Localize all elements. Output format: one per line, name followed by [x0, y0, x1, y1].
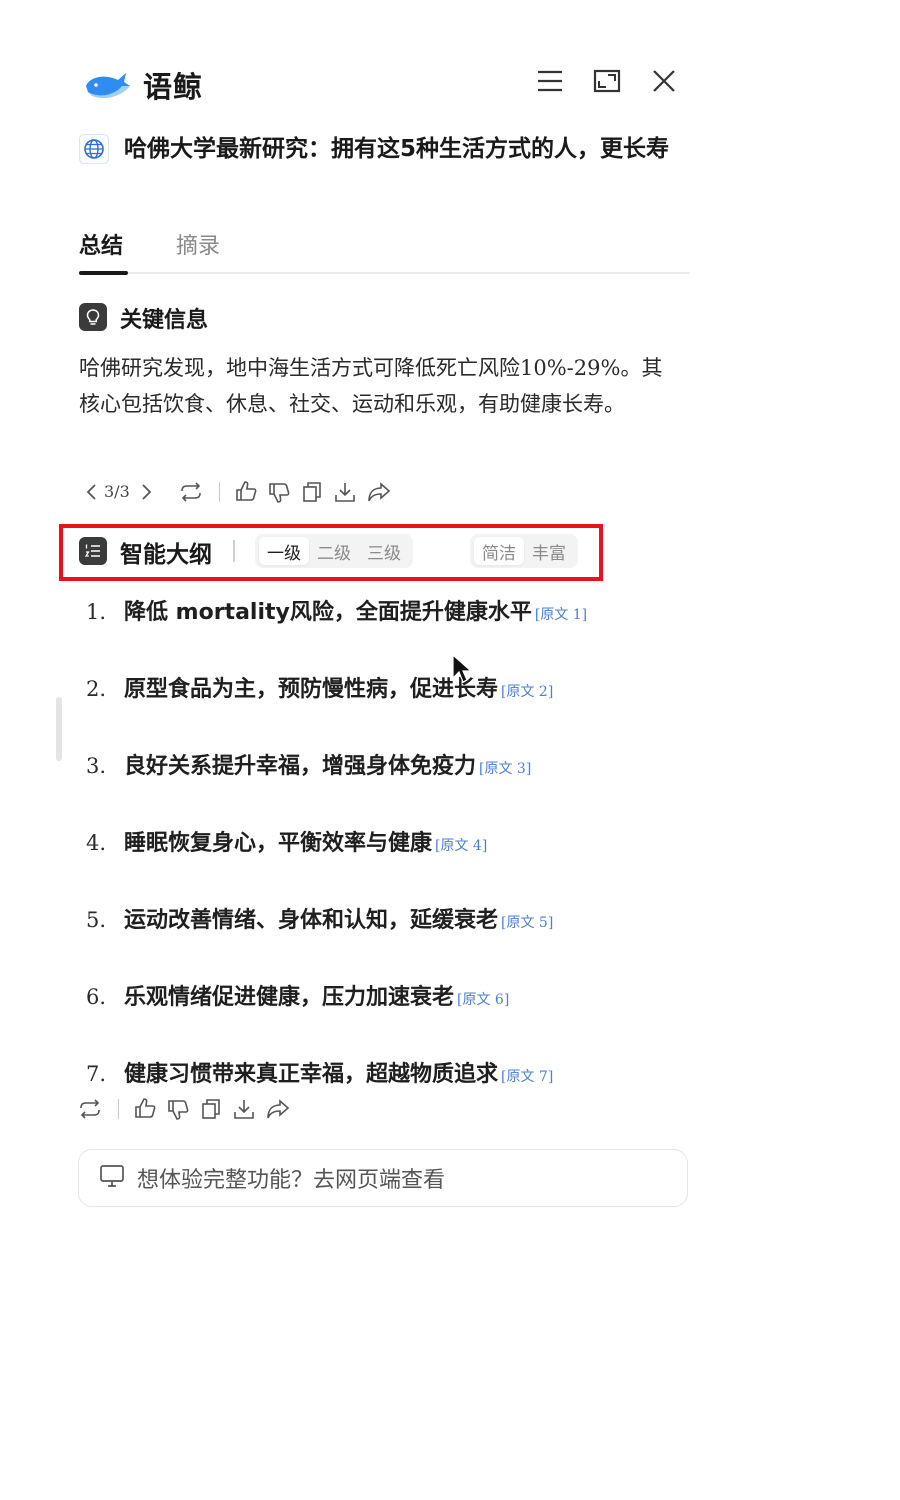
thumbs-up-icon[interactable]	[133, 1096, 157, 1120]
yujing-logo	[84, 64, 132, 104]
summary-pager: 3/3	[104, 482, 130, 501]
toolbar-separator	[118, 1099, 119, 1119]
monitor-icon	[99, 1164, 125, 1192]
source-ref-link[interactable]: [原文 4]	[435, 835, 487, 855]
source-ref-link[interactable]: [原文 6]	[457, 989, 509, 1009]
chevron-right-icon[interactable]	[134, 480, 158, 504]
outline-level-selector: 一级 二级 三级	[255, 534, 413, 568]
tabs-divider	[79, 272, 690, 274]
concise-option[interactable]: 简洁	[474, 537, 524, 565]
ordered-list-icon	[79, 537, 107, 565]
share-icon[interactable]	[367, 480, 391, 504]
source-ref-link[interactable]: [原文 3]	[479, 758, 531, 778]
thumbs-up-icon[interactable]	[234, 479, 258, 503]
outline-item: 5. 运动改善情绪、身体和认知，延缓衰老 [原文 5]	[86, 902, 553, 934]
outline-item-number: 7.	[86, 1062, 107, 1086]
source-ref-link[interactable]: [原文 1]	[535, 604, 587, 624]
outline-item-text: 降低 mortality风险，全面提升健康水平	[124, 600, 532, 625]
outline-item: 7. 健康习惯带来真正幸福，超越物质追求 [原文 7]	[86, 1056, 553, 1088]
article-title: 哈佛大学最新研究：拥有这5种生活方式的人，更长寿	[124, 136, 670, 162]
source-ref-link[interactable]: [原文 5]	[501, 912, 553, 932]
download-icon[interactable]	[333, 480, 357, 504]
regenerate-icon[interactable]	[78, 1097, 102, 1121]
share-icon[interactable]	[266, 1097, 290, 1121]
menu-icon[interactable]	[535, 66, 565, 96]
open-web-version-button[interactable]: 想体验完整功能？去网页端查看	[78, 1149, 688, 1207]
app-name: 语鲸	[143, 70, 204, 104]
outline-item-text: 运动改善情绪、身体和认知，延缓衰老	[124, 908, 499, 933]
download-icon[interactable]	[232, 1097, 256, 1121]
outline-item-text: 乐观情绪促进健康，压力加速衰老	[124, 985, 455, 1010]
outline-item-number: 1.	[86, 600, 107, 624]
outline-item-text: 健康习惯带来真正幸福，超越物质追求	[124, 1062, 499, 1087]
key-info-title: 关键信息	[120, 308, 209, 333]
regenerate-icon[interactable]	[179, 480, 203, 504]
active-tab-indicator	[79, 271, 128, 275]
cta-text: 想体验完整功能？去网页端查看	[137, 1168, 446, 1193]
thumbs-down-icon[interactable]	[166, 1098, 190, 1122]
rich-option[interactable]: 丰富	[524, 537, 574, 565]
source-ref-link[interactable]: [原文 2]	[501, 681, 553, 701]
level-1-option[interactable]: 一级	[259, 537, 309, 565]
outline-item-text: 良好关系提升幸福，增强身体免疫力	[124, 754, 477, 779]
lightbulb-icon	[79, 303, 107, 331]
level-2-option[interactable]: 二级	[309, 537, 359, 565]
tab-summary[interactable]: 总结	[79, 228, 123, 260]
chevron-left-icon[interactable]	[80, 480, 104, 504]
outline-item-text: 睡眠恢复身心，平衡效率与健康	[124, 831, 433, 856]
outline-title-separator	[233, 540, 235, 562]
toolbar-separator	[219, 482, 220, 502]
outline-item: 3. 良好关系提升幸福，增强身体免疫力 [原文 3]	[86, 748, 531, 780]
outline-item: 6. 乐观情绪促进健康，压力加速衰老 [原文 6]	[86, 979, 509, 1011]
outline-item-number: 4.	[86, 831, 107, 855]
copy-icon[interactable]	[300, 480, 324, 504]
outline-item-number: 3.	[86, 754, 107, 778]
summary-text: 哈佛研究发现，地中海生活方式可降低死亡风险10%-29%。其核心包括饮食、休息、…	[79, 356, 663, 416]
outline-title: 智能大纲	[120, 542, 212, 568]
outline-item-number: 6.	[86, 985, 107, 1009]
outline-item: 1. 降低 mortality风险，全面提升健康水平 [原文 1]	[86, 594, 587, 626]
source-ref-link[interactable]: [原文 7]	[501, 1066, 553, 1086]
copy-icon[interactable]	[199, 1097, 223, 1121]
level-3-option[interactable]: 三级	[359, 537, 409, 565]
thumbs-down-icon[interactable]	[267, 481, 291, 505]
outline-item-text: 原型食品为主，预防慢性病，促进长寿	[124, 677, 499, 702]
outline-item-number: 2.	[86, 677, 107, 701]
tab-excerpt[interactable]: 摘录	[176, 228, 220, 260]
expand-icon[interactable]	[592, 66, 622, 96]
mouse-cursor-icon	[452, 653, 474, 688]
close-icon[interactable]	[649, 66, 679, 96]
scroll-handle[interactable]	[56, 697, 62, 761]
outline-item-number: 5.	[86, 908, 107, 932]
outline-item: 2. 原型食品为主，预防慢性病，促进长寿 [原文 2]	[86, 671, 553, 703]
outline-style-selector: 简洁 丰富	[470, 534, 578, 568]
outline-item: 4. 睡眠恢复身心，平衡效率与健康 [原文 4]	[86, 825, 487, 857]
